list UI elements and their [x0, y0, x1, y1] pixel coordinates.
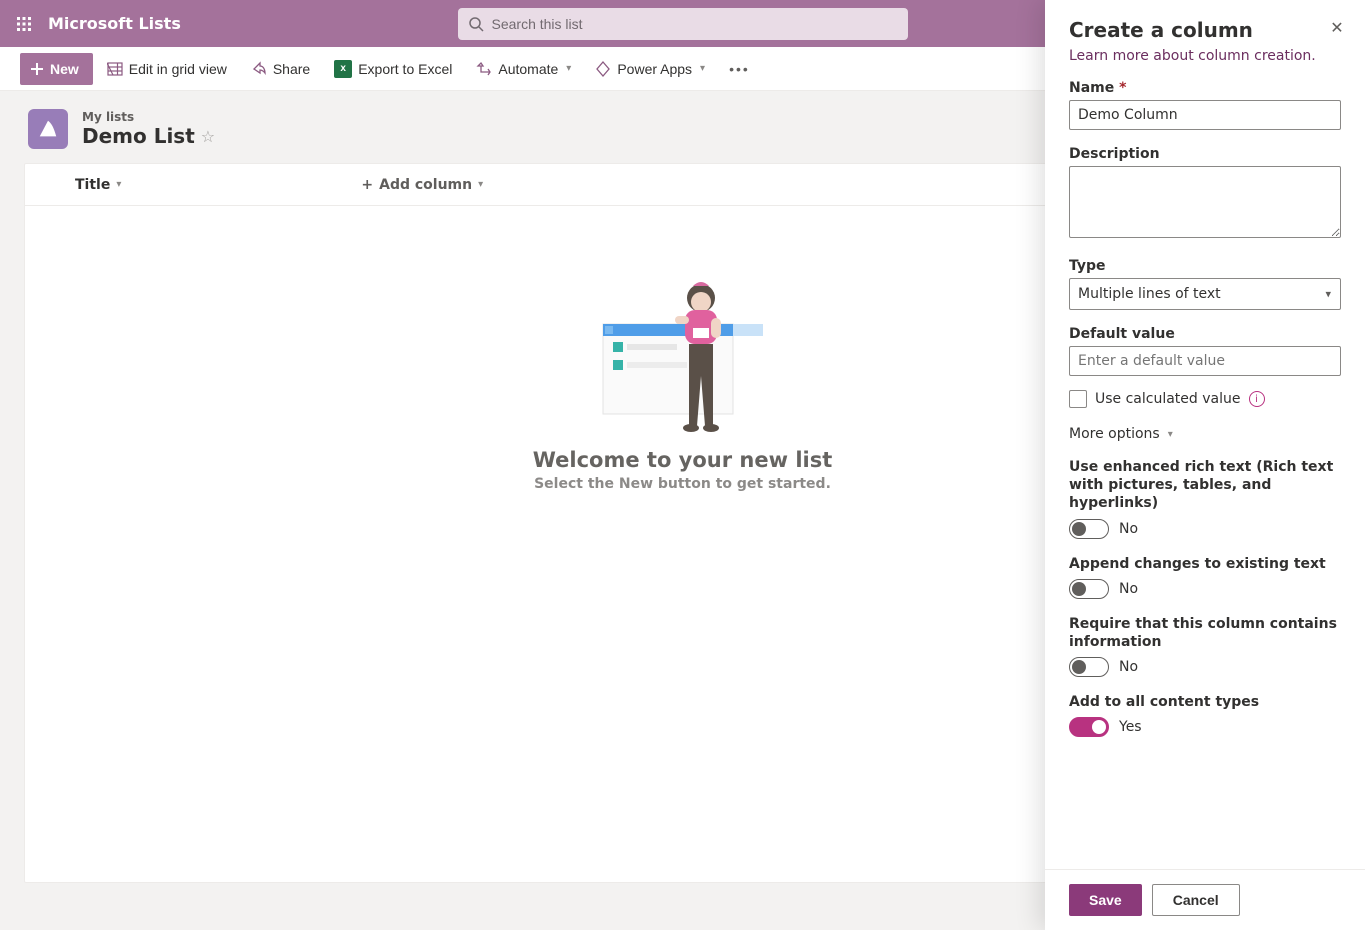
rich-text-label: Use enhanced rich text (Rich text with p…	[1069, 458, 1341, 513]
default-value-label: Default value	[1069, 326, 1341, 342]
panel-footer: Save Cancel	[1045, 869, 1365, 930]
save-button[interactable]: Save	[1069, 884, 1142, 916]
rich-text-toggle[interactable]	[1069, 519, 1109, 539]
empty-heading: Welcome to your new list	[533, 448, 833, 472]
column-header-title[interactable]: Title ▾	[75, 177, 121, 193]
calculated-value-checkbox[interactable]	[1069, 390, 1087, 408]
add-column-label: Add column	[379, 177, 472, 193]
required-label: Require that this column contains inform…	[1069, 615, 1341, 651]
automate-button[interactable]: Automate ▾	[466, 53, 581, 85]
append-toggle[interactable]	[1069, 579, 1109, 599]
search-container	[458, 8, 908, 40]
more-options-label: More options	[1069, 426, 1160, 442]
flow-icon	[476, 61, 492, 77]
close-button[interactable]: ✕	[1325, 16, 1349, 40]
chevron-down-icon: ▾	[566, 63, 571, 74]
column-header-label: Title	[75, 177, 110, 193]
new-button[interactable]: New	[20, 53, 93, 85]
automate-label: Automate	[498, 61, 558, 77]
empty-subtext: Select the New button to get started.	[534, 476, 831, 492]
more-options-toggle[interactable]: More options ▾	[1069, 426, 1341, 442]
search-icon	[468, 16, 484, 32]
more-icon: •••	[729, 61, 750, 77]
share-label: Share	[273, 61, 310, 77]
required-state: No	[1119, 659, 1138, 675]
all-content-types-state: Yes	[1119, 719, 1142, 735]
grid-icon	[107, 61, 123, 77]
type-select[interactable]: Multiple lines of text	[1069, 278, 1341, 310]
all-content-types-label: Add to all content types	[1069, 693, 1341, 711]
description-label: Description	[1069, 146, 1341, 162]
default-value-input[interactable]	[1069, 346, 1341, 376]
type-label: Type	[1069, 258, 1341, 274]
close-icon: ✕	[1330, 20, 1343, 37]
chevron-down-icon: ▾	[478, 179, 483, 190]
plus-icon: +	[361, 177, 373, 193]
excel-icon: x	[334, 60, 352, 78]
info-icon[interactable]: i	[1249, 391, 1265, 407]
favorite-star-icon[interactable]: ☆	[201, 127, 215, 146]
name-input[interactable]	[1069, 100, 1341, 130]
share-icon	[251, 61, 267, 77]
cancel-button[interactable]: Cancel	[1152, 884, 1240, 916]
learn-more-link[interactable]: Learn more about column creation.	[1069, 48, 1316, 64]
empty-illustration	[593, 276, 773, 436]
chevron-down-icon: ▾	[116, 179, 121, 190]
breadcrumb[interactable]: My lists	[82, 110, 215, 124]
edit-grid-button[interactable]: Edit in grid view	[97, 53, 237, 85]
app-launcher-icon[interactable]	[8, 8, 40, 40]
plus-icon	[30, 62, 44, 76]
new-button-label: New	[50, 61, 79, 77]
search-input[interactable]	[458, 8, 908, 40]
name-label: Name *	[1069, 80, 1341, 96]
append-state: No	[1119, 581, 1138, 597]
create-column-panel: ✕ Create a column Learn more about colum…	[1045, 0, 1365, 930]
export-excel-button[interactable]: x Export to Excel	[324, 53, 462, 85]
powerapps-label: Power Apps	[617, 61, 692, 77]
chevron-down-icon: ▾	[700, 63, 705, 74]
powerapps-icon	[595, 61, 611, 77]
description-input[interactable]	[1069, 166, 1341, 238]
more-button[interactable]: •••	[719, 53, 760, 85]
chevron-down-icon: ▾	[1168, 429, 1173, 440]
list-title: Demo List	[82, 124, 195, 148]
rich-text-state: No	[1119, 521, 1138, 537]
list-icon	[28, 109, 68, 149]
required-toggle[interactable]	[1069, 657, 1109, 677]
panel-title: Create a column	[1069, 18, 1341, 42]
powerapps-button[interactable]: Power Apps ▾	[585, 53, 715, 85]
export-label: Export to Excel	[358, 61, 452, 77]
calculated-value-label: Use calculated value	[1095, 391, 1241, 407]
app-title: Microsoft Lists	[48, 14, 181, 33]
append-label: Append changes to existing text	[1069, 555, 1341, 573]
all-content-types-toggle[interactable]	[1069, 717, 1109, 737]
edit-grid-label: Edit in grid view	[129, 61, 227, 77]
add-column-button[interactable]: + Add column ▾	[361, 177, 483, 193]
share-button[interactable]: Share	[241, 53, 320, 85]
